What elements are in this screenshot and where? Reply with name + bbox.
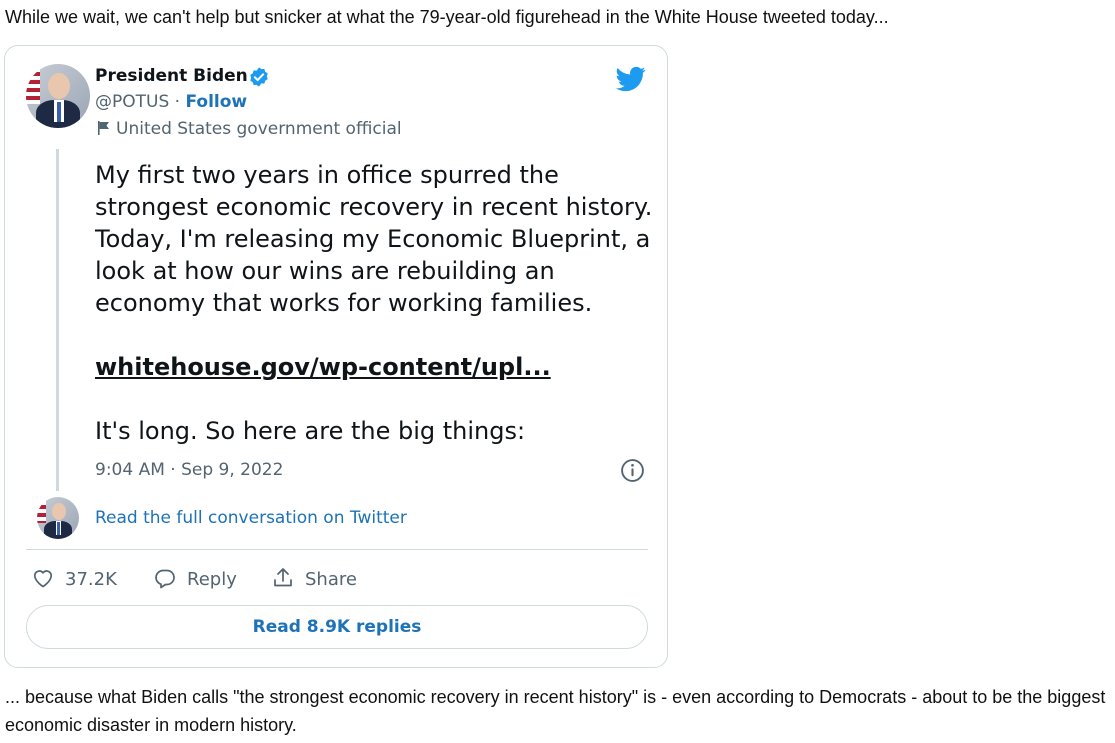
share-icon [274,568,292,587]
government-label: United States government official [116,119,402,139]
reply-label: Reply [187,569,237,590]
author-name[interactable]: President Biden [95,66,248,86]
tweet-link[interactable]: whitehouse.gov/wp-content/upl... [95,351,551,383]
thread-line [56,149,59,491]
government-label-row: United States government official [96,119,402,139]
author-handle[interactable]: @POTUS [95,92,169,112]
author-avatar[interactable] [26,64,90,128]
divider [26,549,648,550]
share-button[interactable]: Share [271,566,357,590]
embedded-tweet-card: President Biden @POTUS · Follow United S… [4,45,668,668]
tweet-tail-text: It's long. So here are the big things: [95,417,526,445]
like-count: 37.2K [65,569,117,590]
follow-link[interactable]: Follow [185,92,247,112]
read-replies-button[interactable]: Read 8.9K replies [26,605,648,649]
flag-icon [98,121,109,135]
tweet-body: My first two years in office spurred the… [95,159,655,447]
handle-row: @POTUS · Follow [95,92,247,112]
article-outro-text: ... because what Biden calls "the strong… [5,687,1106,735]
handle-separator: · [169,92,186,112]
conversation-avatar[interactable] [37,497,79,539]
tweet-timestamp[interactable]: 9:04 AM · Sep 9, 2022 [95,460,283,480]
share-label: Share [305,569,357,590]
verified-badge-icon [250,67,268,87]
article-intro-text: While we wait, we can't help but snicker… [5,7,889,27]
tweet-text: My first two years in office spurred the… [95,161,653,317]
read-conversation-link[interactable]: Read the full conversation on Twitter [95,508,407,528]
reply-button[interactable]: Reply [153,566,237,590]
heart-icon [33,570,53,588]
twitter-bird-icon[interactable] [614,64,648,94]
reply-bubble-icon [155,569,175,589]
like-button[interactable]: 37.2K [31,566,117,590]
info-icon[interactable] [620,458,645,483]
